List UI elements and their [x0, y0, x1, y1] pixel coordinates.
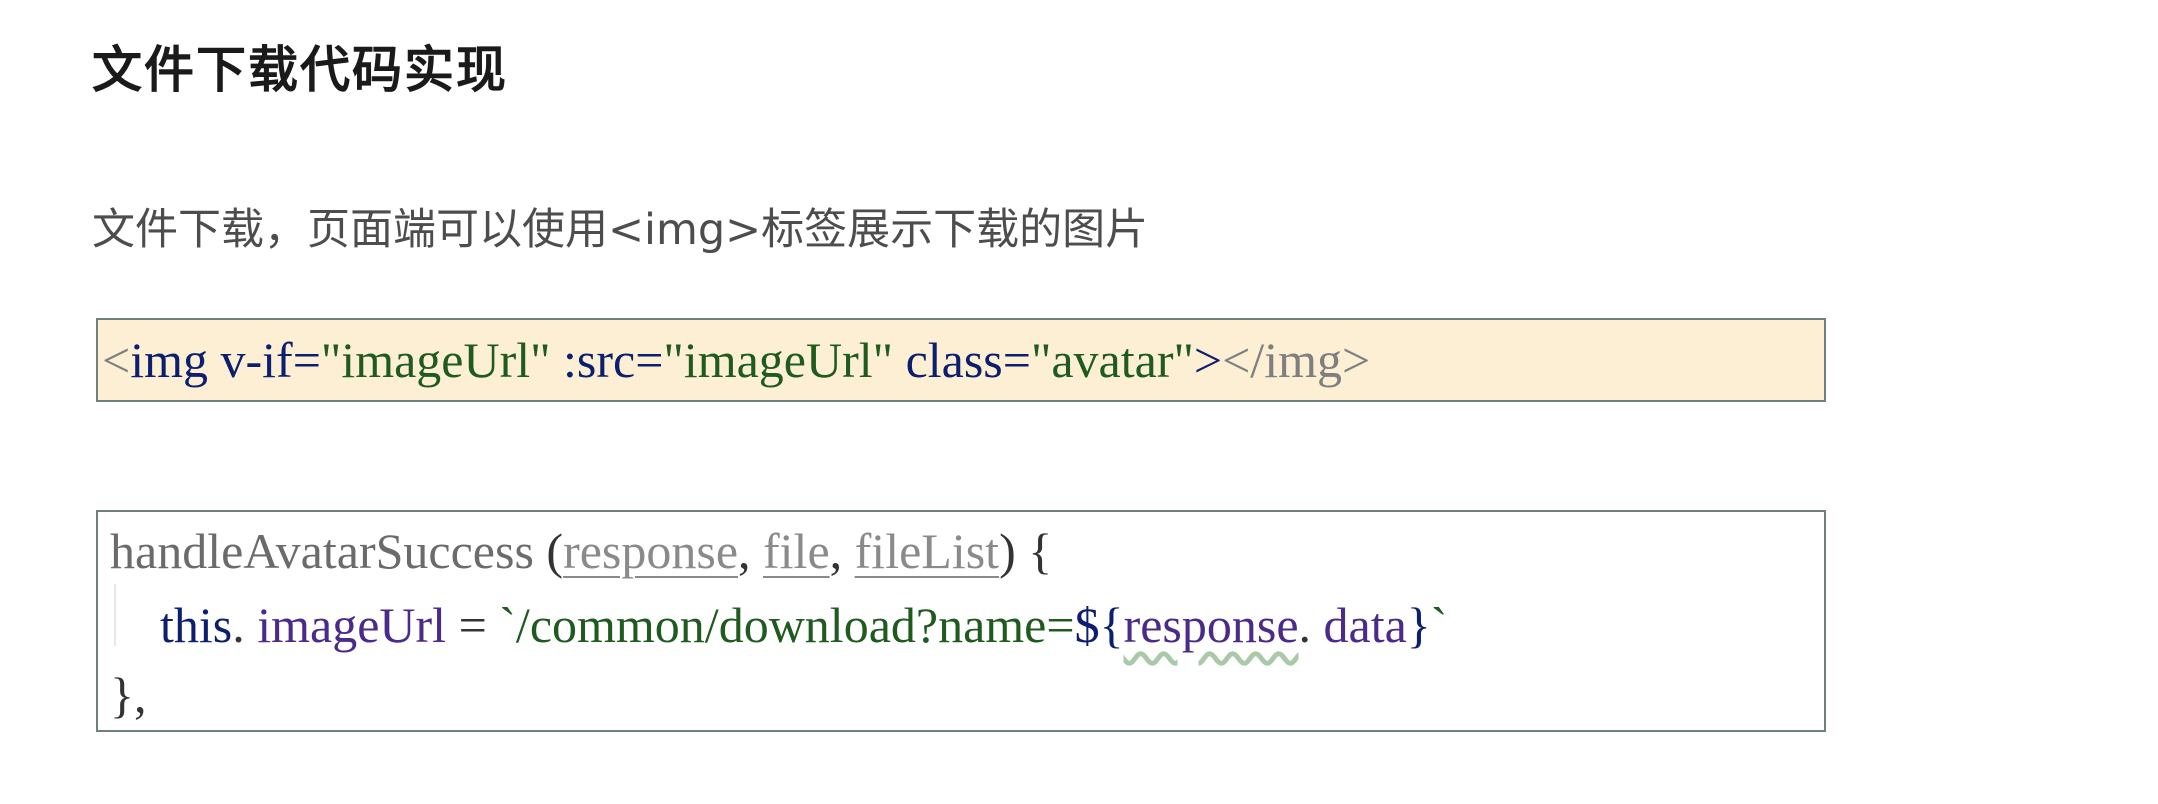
code-token: ${: [1074, 597, 1124, 653]
code-token: },: [110, 667, 147, 723]
intro-paragraph: 文件下载，页面端可以使用<img>标签展示下载的图片: [92, 205, 1149, 255]
code-token: "imageUrl": [320, 332, 551, 388]
code-token: `/common/download?name=: [499, 597, 1075, 653]
code-token: `: [1430, 597, 1448, 653]
code-line: this. imageUrl = `/common/download?name=…: [110, 588, 1447, 662]
code-token: file: [763, 523, 830, 579]
code-token: ) {: [999, 523, 1053, 579]
code-token: }: [1406, 597, 1431, 653]
code-line: handleAvatarSuccess (response, file, fil…: [110, 514, 1052, 588]
code-token: =: [446, 597, 500, 653]
code-token: .: [232, 597, 258, 653]
code-token: <: [102, 332, 131, 388]
code-token: "imageUrl": [663, 332, 894, 388]
code-token: handleAvatarSuccess: [110, 523, 547, 579]
code-line: },: [110, 658, 147, 732]
code-token: fileList: [854, 523, 1000, 579]
code-token: ,: [829, 523, 855, 579]
js-code-block: handleAvatarSuccess (response, file, fil…: [96, 510, 1826, 732]
code-token: :src=: [550, 332, 664, 388]
code-token: data: [1323, 597, 1407, 653]
code-token: imageUrl: [257, 597, 447, 653]
code-token: ,: [738, 523, 764, 579]
code-token: "avatar": [1030, 332, 1194, 388]
code-token: response: [1123, 597, 1299, 653]
code-token: v-if=: [208, 332, 321, 388]
code-token: (: [546, 523, 564, 579]
code-token: .: [1298, 597, 1324, 653]
code-token: >: [1193, 332, 1223, 388]
code-token: this: [160, 597, 233, 653]
code-token: img: [130, 332, 208, 388]
code-token: class=: [893, 332, 1031, 388]
page-heading: 文件下载代码实现: [92, 41, 508, 99]
code-token: </img>: [1222, 332, 1371, 388]
html-code-block: <img v-if="imageUrl" :src="imageUrl" cla…: [96, 318, 1826, 402]
code-token: response: [563, 523, 739, 579]
